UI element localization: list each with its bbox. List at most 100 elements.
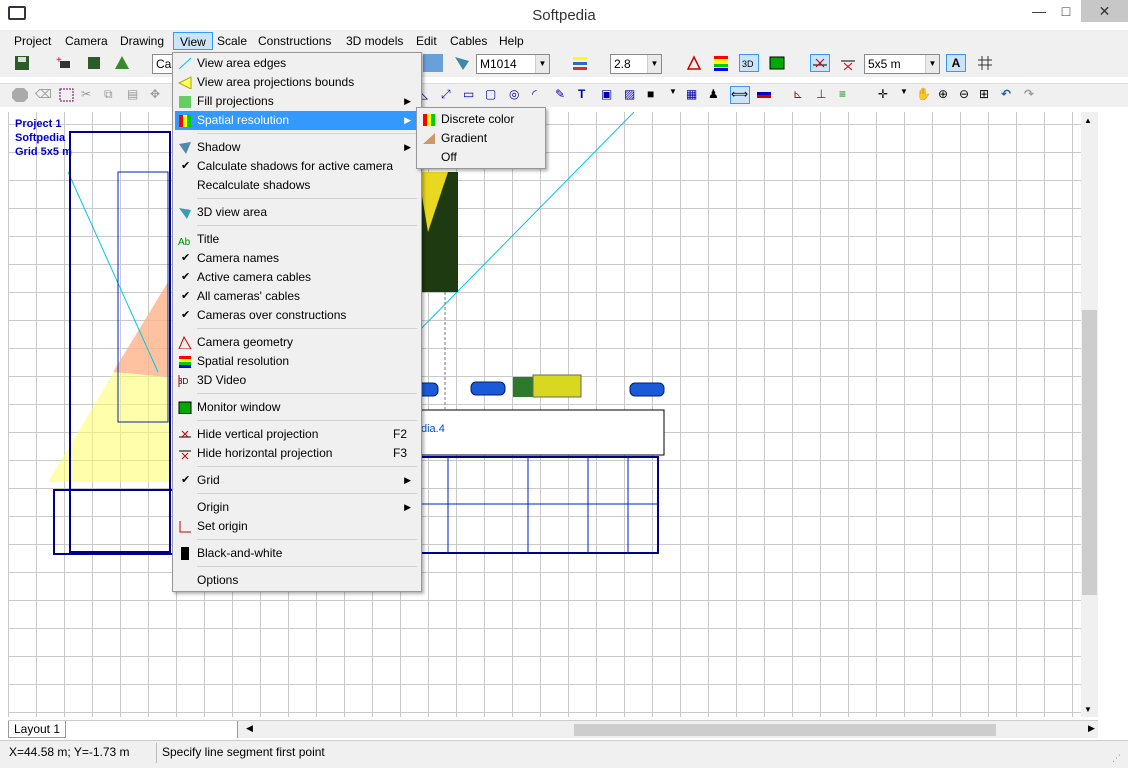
tab-layout-1[interactable]: Layout 1 — [8, 721, 66, 738]
vertical-scrollbar[interactable]: ▲ ▼ — [1081, 112, 1098, 717]
menu-item-3d-view-area[interactable]: 3D view area — [175, 203, 419, 222]
monitor-window-icon[interactable] — [767, 54, 787, 72]
menu-item-hide-vertical-projection[interactable]: Hide vertical projection F2 — [175, 425, 419, 444]
text-icon[interactable]: T — [577, 86, 597, 104]
eraser-icon[interactable]: ⌫ — [34, 86, 54, 104]
measure-icon[interactable]: ⟺ — [730, 86, 750, 104]
menu-item-set-origin[interactable]: Set origin — [175, 517, 419, 536]
menu-item-recalculate-shadows[interactable]: Recalculate shadows — [175, 176, 419, 195]
paste-icon[interactable]: ▤ — [126, 86, 146, 104]
camera-geometry-icon[interactable] — [684, 54, 704, 72]
menu-view[interactable]: View — [173, 32, 213, 50]
axis-origin-icon[interactable]: ⊥ — [815, 86, 835, 104]
menu-item-hide-horizontal-projection[interactable]: Hide horizontal projection F3 — [175, 444, 419, 463]
zoom-in-icon[interactable]: ⊕ — [937, 86, 957, 104]
menu-item-all-cameras-cables[interactable]: ✔ All cameras' cables — [175, 287, 419, 306]
horizontal-projection-icon[interactable] — [838, 54, 858, 72]
menu-item-spatial-resolution-2[interactable]: Spatial resolution — [175, 352, 419, 371]
spatial-resolution-icon[interactable] — [711, 54, 731, 72]
drawing-canvas[interactable]: Project 1 Softpedia Grid 5x5 m dia.4 — [8, 112, 1081, 717]
menu-item-monitor-window[interactable]: Monitor window — [175, 398, 419, 417]
minimize-button[interactable]: — — [1025, 0, 1053, 22]
axis-icon[interactable]: ⊾ — [792, 86, 812, 104]
pan-hand-icon[interactable]: ✋ — [915, 86, 935, 104]
circle-icon[interactable]: ◎ — [508, 86, 528, 104]
person-icon[interactable]: ♟ — [707, 86, 727, 104]
menu-item-active-camera-cables[interactable]: ✔ Active camera cables — [175, 268, 419, 287]
list-icon[interactable] — [570, 54, 590, 72]
undo-icon[interactable]: ↶ — [1000, 86, 1020, 104]
select-icon[interactable] — [57, 86, 77, 104]
pencil-icon[interactable]: ✎ — [554, 86, 574, 104]
menu-edit[interactable]: Edit — [410, 32, 443, 50]
menu-help[interactable]: Help — [493, 32, 530, 50]
floor-plan-icon[interactable]: ▦ — [685, 86, 705, 104]
move-icon[interactable]: ✥ — [149, 86, 169, 104]
menu-item-projection-bounds[interactable]: View area projections bounds — [175, 73, 419, 92]
chevron-down-icon[interactable]: ▼ — [925, 55, 939, 73]
cut-icon[interactable]: ✂ — [80, 86, 100, 104]
scroll-left-icon[interactable]: ◀ — [246, 723, 253, 734]
wall-icon[interactable]: ▭ — [462, 86, 482, 104]
cable-icon[interactable] — [754, 86, 774, 104]
3d-video-icon[interactable]: 3D — [739, 54, 759, 72]
line-icon[interactable]: ⤢ — [440, 86, 460, 104]
menu-item-origin[interactable]: Origin ▶ — [175, 498, 419, 517]
menu-project[interactable]: Project — [8, 32, 57, 50]
menu-item-black-and-white[interactable]: Black-and-white — [175, 544, 419, 563]
vertical-projection-icon[interactable] — [810, 54, 830, 72]
layers-icon[interactable]: ≡ — [838, 86, 858, 104]
menu-item-spatial-resolution[interactable]: Spatial resolution ▶ — [175, 111, 419, 130]
stop-icon[interactable] — [10, 86, 30, 104]
menu-cables[interactable]: Cables — [444, 32, 493, 50]
maximize-button[interactable]: □ — [1053, 0, 1079, 22]
grid-toggle-icon[interactable] — [975, 54, 995, 72]
zoom-window-icon[interactable]: ⊞ — [978, 86, 998, 104]
menu-item-options[interactable]: Options — [175, 571, 419, 590]
save-icon[interactable] — [12, 54, 32, 72]
text-toggle-icon[interactable]: A — [946, 54, 966, 72]
tree-icon[interactable] — [112, 54, 132, 72]
menu-item-cameras-over-constructions[interactable]: ✔ Cameras over constructions — [175, 306, 419, 325]
menu-3d-models[interactable]: 3D models — [340, 32, 409, 50]
resize-grip-icon[interactable]: ⋰ — [1112, 753, 1124, 765]
menu-item-3d-video[interactable]: 3D 3D Video — [175, 371, 419, 390]
scroll-thumb[interactable] — [1082, 310, 1097, 595]
image-icon[interactable]: ▣ — [600, 86, 620, 104]
redo-icon[interactable]: ↷ — [1023, 86, 1043, 104]
grid-size-combo[interactable]: 5x5 m ▼ — [864, 54, 940, 74]
3d-box-icon[interactable]: ■ — [646, 86, 666, 104]
camera-name-label[interactable]: dia.4 — [421, 423, 445, 435]
submenu-item-discrete-color[interactable]: Discrete color — [419, 110, 543, 129]
chevron-down-icon[interactable]: ▼ — [535, 55, 549, 73]
focal-combo[interactable]: 2.8 ▼ — [610, 54, 662, 74]
camera-select-icon[interactable] — [423, 54, 443, 72]
scroll-down-icon[interactable]: ▼ — [1084, 705, 1092, 714]
menu-item-shadow[interactable]: Shadow ▶ — [175, 138, 419, 157]
horizontal-scroll-thumb[interactable] — [574, 724, 996, 736]
arc-icon[interactable]: ◜ — [531, 86, 551, 104]
copy-icon[interactable]: ⧉ — [103, 86, 123, 104]
menu-drawing[interactable]: Drawing — [114, 32, 170, 50]
model-combo[interactable]: M1014 ▼ — [476, 54, 550, 74]
save-camera-icon[interactable] — [84, 54, 104, 72]
scroll-right-icon[interactable]: ▶ — [1088, 723, 1095, 734]
menu-scale[interactable]: Scale — [211, 32, 253, 50]
scroll-up-icon[interactable]: ▲ — [1084, 116, 1092, 125]
close-button[interactable]: ✕ — [1081, 0, 1128, 22]
rectangle-icon[interactable]: ▢ — [484, 86, 504, 104]
menu-item-view-area-edges[interactable]: View area edges — [175, 54, 419, 73]
submenu-item-gradient[interactable]: Gradient — [419, 129, 543, 148]
zoom-out-icon[interactable]: ⊖ — [958, 86, 978, 104]
chevron-down-icon[interactable]: ▼ — [647, 55, 661, 73]
menu-camera[interactable]: Camera — [59, 32, 114, 50]
hatch-icon[interactable]: ▨ — [623, 86, 643, 104]
menu-item-calculate-shadows[interactable]: ✔ Calculate shadows for active camera — [175, 157, 419, 176]
menu-item-fill-projections[interactable]: Fill projections ▶ — [175, 92, 419, 111]
view-cone-icon[interactable] — [452, 54, 472, 72]
menu-item-camera-geometry[interactable]: Camera geometry — [175, 333, 419, 352]
crosshair-icon[interactable]: ✛ — [877, 86, 897, 104]
menu-item-grid[interactable]: ✔ Grid ▶ — [175, 471, 419, 490]
submenu-item-off[interactable]: Off — [419, 148, 543, 167]
menu-constructions[interactable]: Constructions — [252, 32, 337, 50]
